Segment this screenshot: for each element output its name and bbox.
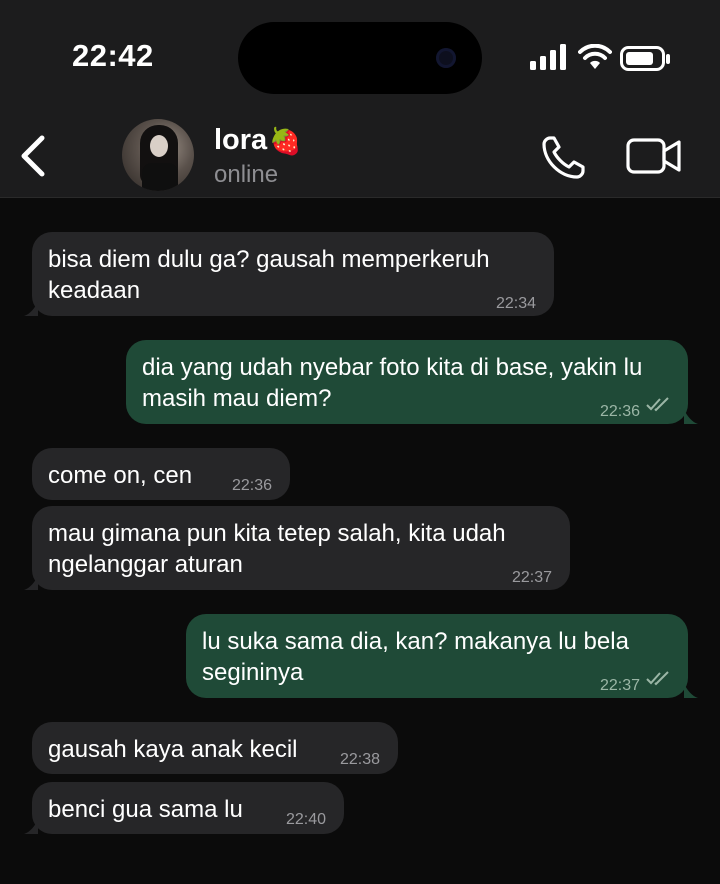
message-text: mau gimana pun kita tetep salah, kita ud…	[48, 520, 506, 578]
bubble-tail	[24, 576, 38, 590]
strawberry-emoji: 🍓	[269, 125, 302, 156]
bubble-tail	[24, 820, 38, 834]
message-time: 22:36	[599, 403, 640, 420]
message-bubble-incoming[interactable]: mau gimana pun kita tetep salah, kita ud…	[32, 506, 570, 590]
cellular-signal-icon	[530, 44, 566, 70]
phone-call-button[interactable]	[541, 134, 587, 180]
read-receipt-icon	[646, 397, 669, 412]
message-bubble-outgoing[interactable]: lu suka sama dia, kan? makanya lu bela s…	[186, 614, 688, 698]
contact-name[interactable]: lora🍓	[214, 124, 302, 157]
contact-avatar[interactable]	[122, 119, 194, 191]
message-time: 22:36	[231, 477, 272, 494]
message-time: 22:37	[511, 569, 552, 586]
message-time: 22:37	[599, 677, 640, 694]
message-text: dia yang udah nyebar foto kita di base, …	[142, 354, 643, 412]
message-bubble-incoming[interactable]: benci gua sama lu 22:40	[32, 782, 344, 834]
message-time: 22:34	[495, 295, 536, 312]
bubble-tail	[24, 302, 38, 316]
message-text: gausah kaya anak kecil	[48, 736, 298, 763]
status-bar-time: 22:42	[72, 38, 154, 73]
front-camera-icon	[436, 48, 456, 68]
dynamic-island	[238, 22, 482, 94]
message-text: bisa diem dulu ga? gausah memperkeruh ke…	[48, 246, 490, 304]
message-list[interactable]: bisa diem dulu ga? gausah memperkeruh ke…	[0, 198, 720, 884]
chat-header: 22:42 lora🍓 online	[0, 0, 720, 198]
message-time: 22:40	[285, 811, 326, 828]
message-time: 22:38	[339, 751, 380, 768]
back-chevron-icon[interactable]	[14, 134, 54, 178]
contact-presence: online	[214, 161, 279, 188]
video-call-button[interactable]	[626, 136, 682, 176]
wifi-icon	[578, 44, 612, 69]
read-receipt-icon	[646, 671, 669, 686]
bubble-tail	[684, 684, 698, 698]
bubble-tail	[684, 410, 698, 424]
message-bubble-incoming[interactable]: gausah kaya anak kecil 22:38	[32, 722, 398, 774]
battery-icon	[620, 46, 670, 71]
message-bubble-outgoing[interactable]: dia yang udah nyebar foto kita di base, …	[126, 340, 688, 424]
message-bubble-incoming[interactable]: bisa diem dulu ga? gausah memperkeruh ke…	[32, 232, 554, 316]
message-bubble-incoming[interactable]: come on, cen 22:36	[32, 448, 290, 500]
contact-name-text: lora	[214, 124, 268, 156]
